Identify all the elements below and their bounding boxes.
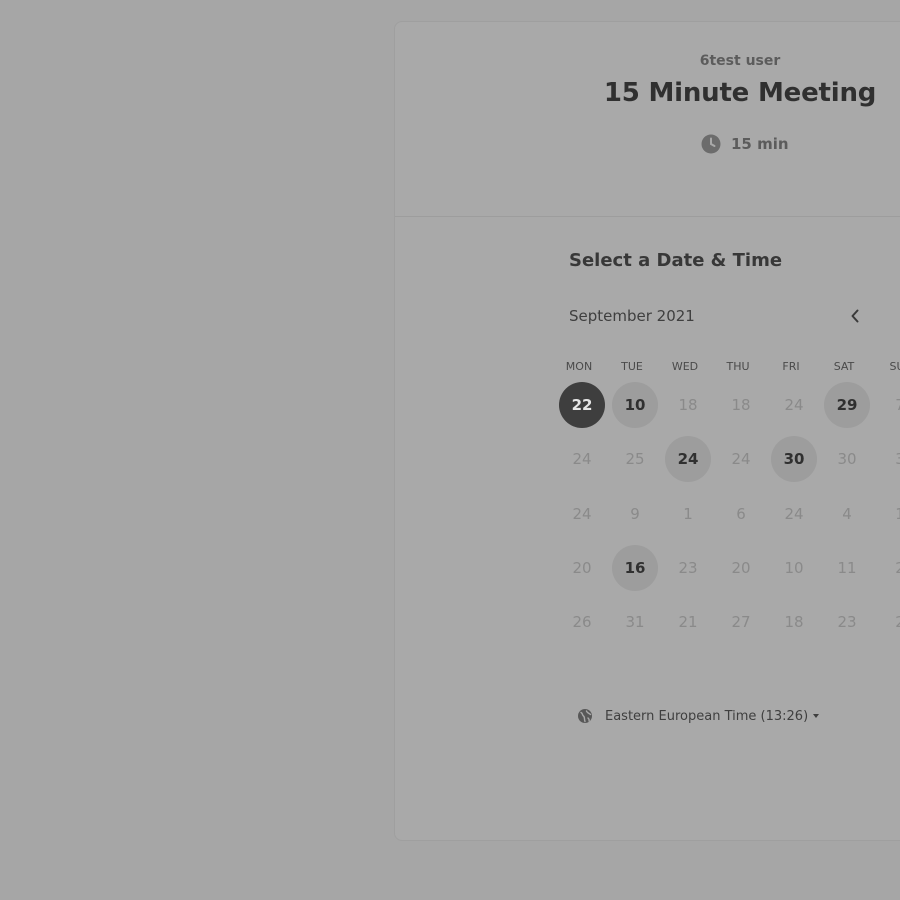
- weekday-label: TUE: [621, 360, 643, 373]
- calendar-day: 3: [877, 436, 900, 482]
- calendar-day: 23: [678, 558, 698, 577]
- calendar-day: 20: [572, 558, 592, 577]
- calendar-day-available[interactable]: 29: [824, 382, 870, 428]
- calendar-day: 26: [572, 613, 592, 631]
- globe-icon: [577, 708, 593, 724]
- calendar-day: 27: [731, 613, 751, 631]
- previous-month-button[interactable]: [847, 307, 863, 327]
- page-overlay: 6test user 15 Minute Meeting 15 min Sele…: [0, 0, 900, 900]
- calendar-grid: 2210181824297242524243030324916244120162…: [555, 381, 900, 661]
- calendar-day: 21: [678, 613, 698, 631]
- calendar-day: 18: [678, 396, 698, 414]
- section-title: Select a Date & Time: [569, 250, 783, 271]
- calendar-day: 1: [683, 504, 693, 523]
- calendar-day: 24: [784, 504, 804, 523]
- calendar-day: 18: [731, 396, 751, 414]
- scheduling-card: 6test user 15 Minute Meeting 15 min Sele…: [394, 21, 900, 841]
- calendar-day-available[interactable]: 10: [612, 382, 658, 428]
- weekday-label: WED: [671, 360, 699, 373]
- chevron-left-icon: [850, 308, 860, 327]
- weekday-label: FRI: [782, 360, 800, 373]
- calendar-day-available[interactable]: 30: [771, 436, 817, 483]
- weekday-label: SU: [889, 360, 900, 373]
- calendar-day: 4: [842, 504, 852, 523]
- event-title: 15 Minute Meeting: [603, 78, 877, 108]
- calendar-day: 23: [837, 613, 857, 631]
- calendar-day: 18: [784, 613, 804, 631]
- calendar-day: 24: [572, 504, 592, 523]
- calendar-day: 24: [572, 450, 592, 469]
- calendar-day-selected[interactable]: 22: [559, 382, 605, 428]
- event-details-header: 6test user 15 Minute Meeting 15 min: [395, 22, 900, 217]
- timezone-selector[interactable]: Eastern European Time (13:26): [577, 708, 820, 724]
- caret-down-icon: [813, 714, 820, 718]
- calendar-day: 25: [625, 450, 645, 469]
- clock-icon: [701, 134, 721, 154]
- timezone-label: Eastern European Time (13:26): [605, 708, 809, 724]
- calendar-day: 31: [625, 613, 645, 631]
- calendar-day: 9: [630, 504, 640, 523]
- calendar-day: 2: [877, 545, 900, 591]
- calendar-day: 1: [877, 491, 900, 537]
- calendar-day: 20: [731, 558, 751, 577]
- calendar-day: 10: [784, 558, 804, 577]
- duration-label: 15 min: [731, 135, 789, 153]
- calendar-day: 24: [784, 396, 804, 414]
- weekday-label: SAT: [833, 360, 855, 373]
- calendar-day: 7: [877, 382, 900, 428]
- weekday-label: THU: [726, 360, 750, 373]
- host-name: 6test user: [699, 53, 781, 69]
- calendar-day-available[interactable]: 24: [665, 436, 711, 483]
- calendar-day: 30: [837, 450, 857, 469]
- weekday-header: MON TUE WED THU FRI SAT SU: [555, 360, 900, 376]
- calendar-day: 11: [837, 558, 857, 577]
- calendar-day: 6: [736, 504, 746, 523]
- calendar-day-available[interactable]: 16: [612, 544, 658, 591]
- event-duration: 15 min: [701, 134, 789, 154]
- calendar-day: 2: [877, 599, 900, 645]
- calendar-day: 24: [731, 450, 751, 469]
- month-label: September 2021: [569, 307, 695, 325]
- weekday-label: MON: [565, 360, 593, 373]
